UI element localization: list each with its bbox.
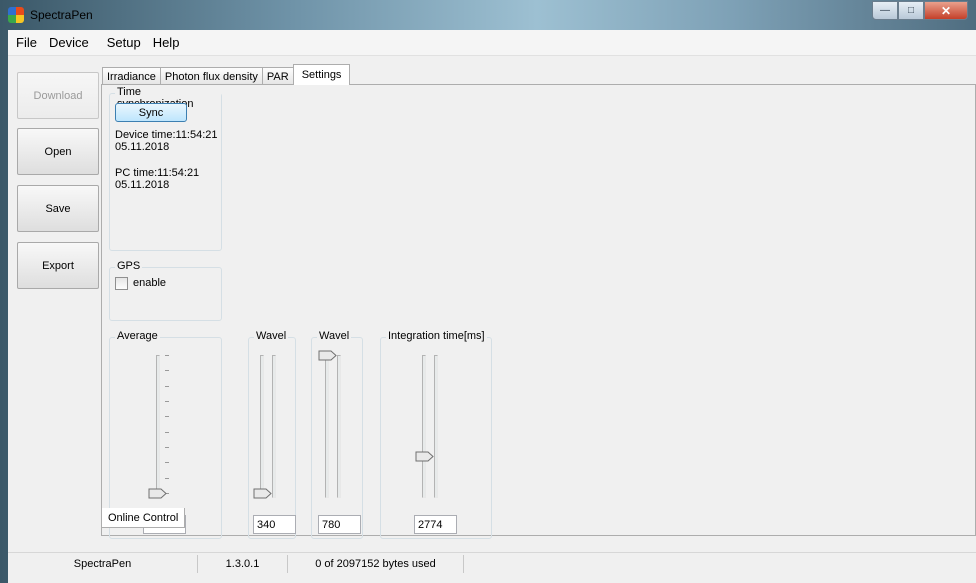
average-slider-tick (165, 432, 169, 433)
wavel-min-slider-thumb[interactable] (253, 488, 272, 499)
wavel-min-input[interactable] (253, 515, 296, 534)
download-button[interactable]: Download (17, 72, 99, 119)
window-title: SpectraPen (30, 8, 93, 22)
status-memory: 0 of 2097152 bytes used (288, 555, 464, 573)
integration-time-slider-thumb[interactable] (415, 451, 434, 462)
wavel-max-input[interactable] (318, 515, 361, 534)
title-bar[interactable]: SpectraPen — □ ✕ (0, 0, 976, 30)
device-time-label: Device time:11:54:21 05.11.2018 (115, 129, 218, 153)
minimize-button[interactable]: — (872, 1, 898, 20)
tab-par[interactable]: PAR (261, 67, 294, 85)
wavel-max-slider-thumb[interactable] (318, 350, 337, 361)
average-slider-tick (165, 416, 169, 417)
app-logo-icon (8, 7, 24, 23)
menu-file[interactable]: File (10, 35, 43, 50)
pc-time-value: PC time:11:54:21 (115, 167, 200, 179)
wavel-max-slider-track-left[interactable] (325, 355, 329, 498)
average-slider-thumb[interactable] (148, 488, 167, 499)
main-tab-strip: Irradiance Photon flux density PAR Setti… (102, 64, 351, 85)
wavel-min-title: Wavel (254, 330, 289, 342)
gps-title: GPS (115, 260, 143, 272)
close-button[interactable]: ✕ (924, 1, 968, 20)
integration-time-title: Integration time[ms] (386, 330, 487, 342)
integration-time-slider-track-left[interactable] (422, 355, 426, 498)
average-slider-tick (165, 401, 169, 402)
open-button[interactable]: Open (17, 128, 99, 175)
menu-setup[interactable]: Setup (101, 35, 147, 50)
integration-time-input[interactable] (414, 515, 457, 534)
tab-settings[interactable]: Settings (292, 64, 351, 85)
wavel-min-group: Wavel (248, 330, 296, 539)
window-controls: — □ ✕ (872, 1, 968, 21)
app-window: SpectraPen — □ ✕ File Device Setup Help … (0, 0, 976, 583)
wavel-min-slider-track-right (272, 355, 276, 498)
wavel-min-slider-track-left[interactable] (260, 355, 264, 498)
pc-date-value: 05.11.2018 (115, 179, 170, 191)
gps-enable-checkbox[interactable] (115, 277, 128, 290)
average-slider-tick (165, 355, 169, 356)
status-app-name: SpectraPen (8, 555, 198, 573)
average-slider-tick (165, 462, 169, 463)
integration-time-slider-track-right (434, 355, 438, 498)
tab-irradiance[interactable]: Irradiance (102, 67, 161, 85)
gps-enable-label: enable (133, 277, 167, 289)
status-bar: SpectraPen 1.3.0.1 0 of 2097152 bytes us… (8, 552, 976, 575)
wavel-max-group: Wavel (311, 330, 363, 539)
menu-device[interactable]: Device (43, 35, 95, 50)
gps-group: GPS enable (109, 260, 222, 321)
maximize-button[interactable]: □ (898, 1, 924, 20)
average-slider-tick (165, 370, 169, 371)
wavel-max-title: Wavel (317, 330, 352, 342)
save-button[interactable]: Save (17, 185, 99, 232)
tab-online-control[interactable]: Online Control (101, 508, 186, 528)
average-slider-tick (165, 447, 169, 448)
average-title: Average (115, 330, 160, 342)
integration-time-group: Integration time[ms] (380, 330, 492, 539)
device-date-value: 05.11.2018 (115, 141, 170, 153)
average-slider-tick (165, 386, 169, 387)
settings-tab-page: Time synchronization Sync Device time:11… (101, 84, 976, 539)
wavel-max-slider-track-right (337, 355, 341, 498)
sync-button[interactable]: Sync (115, 103, 187, 122)
time-sync-group: Time synchronization Sync Device time:11… (109, 86, 222, 251)
average-slider-track[interactable] (156, 355, 160, 498)
export-button[interactable]: Export (17, 242, 99, 289)
device-time-value: Device time:11:54:21 (115, 129, 218, 141)
menu-help[interactable]: Help (147, 35, 186, 50)
client-area: File Device Setup Help Download Open Sav… (8, 30, 976, 583)
tab-photon-flux-density[interactable]: Photon flux density (159, 67, 263, 85)
menu-bar: File Device Setup Help (8, 30, 976, 56)
status-version: 1.3.0.1 (198, 555, 288, 573)
average-slider-tick (165, 478, 169, 479)
pc-time-label: PC time:11:54:21 05.11.2018 (115, 167, 199, 191)
